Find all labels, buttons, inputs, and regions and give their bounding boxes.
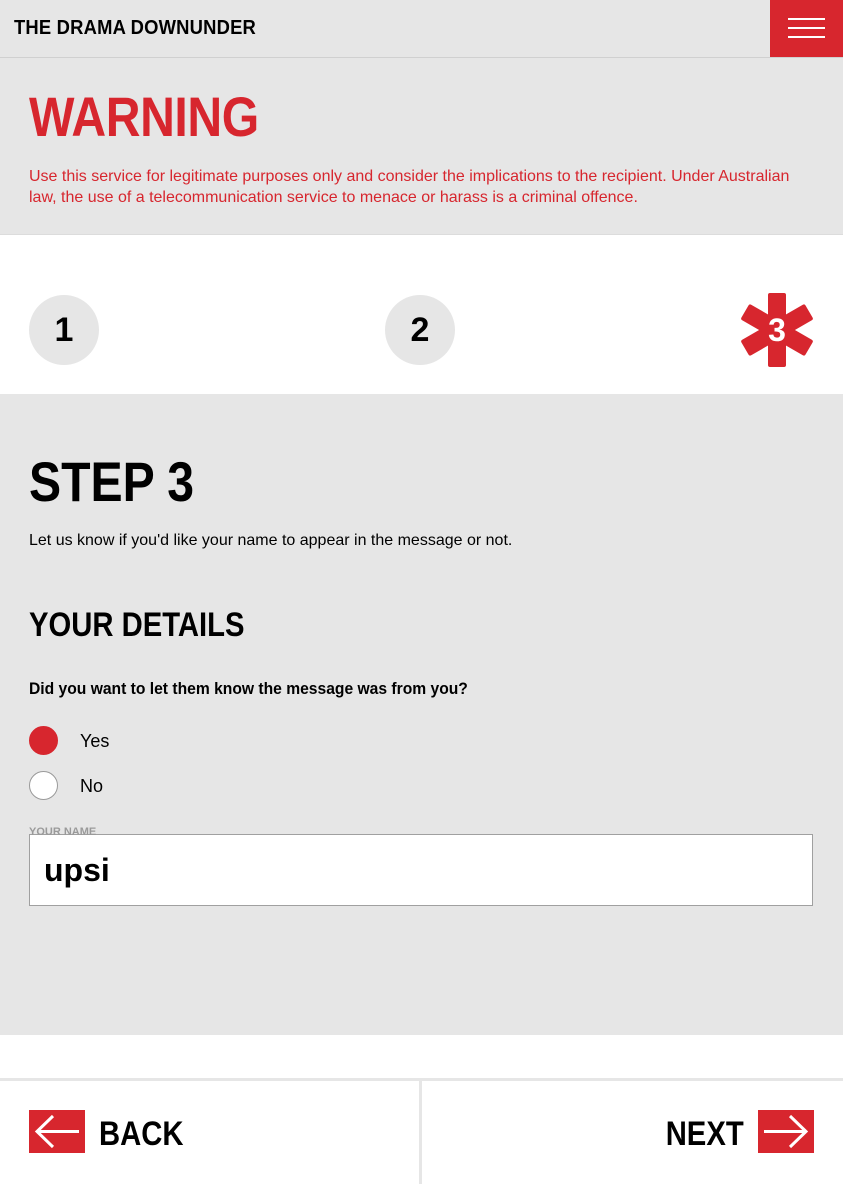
menu-button[interactable] (770, 0, 843, 57)
step-3-label: 3 (768, 312, 786, 348)
step-progress: 1 2 3 (0, 236, 843, 394)
warning-title: WARNING (29, 85, 259, 148)
hamburger-menu-icon (788, 18, 825, 20)
step-3-indicator[interactable]: 3 (740, 293, 814, 367)
back-button[interactable]: BACK (0, 1081, 419, 1184)
radio-label-yes[interactable]: Yes (80, 731, 109, 752)
arrow-right-icon (758, 1110, 814, 1153)
radio-button-yes[interactable] (29, 726, 58, 755)
step-title: STEP 3 (29, 450, 195, 513)
radio-label-no[interactable]: No (80, 776, 103, 797)
next-button[interactable]: NEXT (422, 1081, 843, 1184)
your-name-input[interactable] (29, 834, 813, 906)
step-description: Let us know if you'd like your name to a… (29, 532, 513, 549)
footer-nav: BACK NEXT (0, 1078, 843, 1184)
warning-text: Use this service for legitimate purposes… (29, 168, 790, 206)
arrow-left-icon (29, 1110, 85, 1153)
hamburger-menu-icon (788, 27, 825, 29)
section-title: YOUR DETAILS (29, 606, 245, 644)
next-label: NEXT (666, 1115, 744, 1153)
step-form: STEP 3 Let us know if you'd like your na… (0, 394, 843, 1035)
radio-button-no[interactable] (29, 771, 58, 800)
back-label: BACK (99, 1115, 184, 1153)
step-2-indicator[interactable]: 2 (385, 295, 455, 365)
step-1-indicator[interactable]: 1 (29, 295, 99, 365)
question-label: Did you want to let them know the messag… (29, 679, 468, 698)
brand-logo-text[interactable]: THE DRAMA DOWNUNDER (14, 17, 256, 40)
your-name-label: YOUR NAME (29, 826, 97, 838)
site-header: THE DRAMA DOWNUNDER (0, 0, 843, 58)
warning-panel: WARNING Use this service for legitimate … (0, 58, 843, 235)
hamburger-menu-icon (788, 36, 825, 38)
